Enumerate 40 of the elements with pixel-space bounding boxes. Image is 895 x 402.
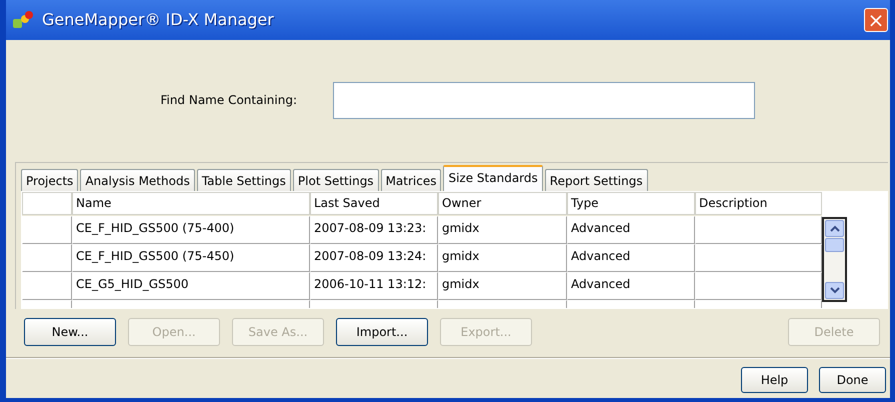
table-cell: 2007-08-09 13:24: (310, 244, 438, 272)
table-cell: gmidx (438, 216, 567, 244)
row-header[interactable] (22, 216, 72, 244)
tab[interactable]: Matrices (380, 169, 442, 191)
table-cell: CE_G5_HID_GS500 (72, 272, 310, 300)
search-field[interactable] (333, 82, 755, 118)
table-cell: Advanced (567, 244, 695, 272)
table-cell: 2006-10-11 13:12: (310, 272, 438, 300)
table-cell: 2007-08-09 13:23: (310, 216, 438, 244)
scroll-up-icon[interactable] (825, 220, 844, 237)
scrollbar[interactable] (822, 217, 847, 302)
tab[interactable]: Analysis Methods (80, 169, 195, 191)
table-cell: CE_F_HID_GS500 (75-400) (72, 216, 310, 244)
table-cell: gmidx (438, 244, 567, 272)
action-button[interactable]: Import... (336, 318, 428, 346)
row-header[interactable] (22, 244, 72, 272)
table-cell: Advanced (567, 272, 695, 300)
column-header[interactable]: Type (567, 192, 695, 215)
tab[interactable]: Projects (21, 169, 78, 191)
app-logo-icon (12, 11, 34, 30)
close-button[interactable]: × (864, 8, 888, 32)
column-header[interactable]: Name (72, 192, 310, 215)
tab[interactable]: Size Standards (443, 165, 543, 191)
action-button[interactable]: New... (24, 318, 116, 346)
table-cell: gmidx (438, 272, 567, 300)
tab[interactable]: Report Settings (544, 169, 648, 191)
column-header[interactable]: Description (695, 192, 822, 215)
column-header[interactable]: Owner (438, 192, 567, 215)
column-header[interactable]: Last Saved (310, 192, 438, 215)
search-label: Find Name Containing: (159, 92, 298, 109)
dialog-button[interactable]: Help (741, 367, 808, 393)
tab[interactable]: Table Settings (196, 169, 291, 191)
scroll-down-icon[interactable] (825, 282, 844, 299)
table-cell: CE_F_HID_GS500 (75-450) (72, 244, 310, 272)
window-title: GeneMapper® ID-X Manager (42, 9, 274, 31)
dialog-button[interactable]: Done (819, 367, 886, 393)
table-cell: Advanced (567, 216, 695, 244)
tab[interactable]: Plot Settings (292, 169, 379, 191)
row-header[interactable] (22, 272, 72, 300)
scroll-thumb[interactable] (825, 238, 844, 252)
